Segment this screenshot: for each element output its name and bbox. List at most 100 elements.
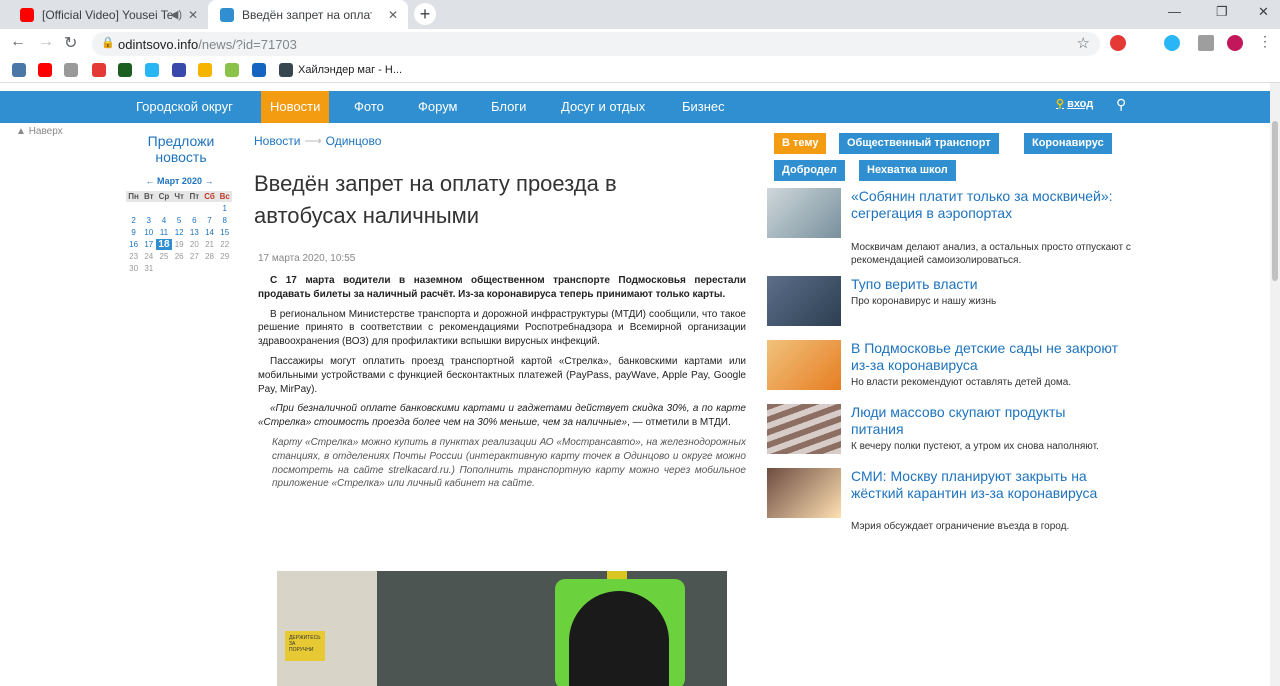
scrollbar-thumb[interactable]	[1272, 121, 1278, 281]
url-text: odintsovo.info/news/?id=71703	[118, 37, 297, 52]
menu-kebab-icon[interactable]: ⋮	[1258, 33, 1272, 50]
news-title[interactable]: В Подмосковье детские сады не закроют из…	[851, 340, 1121, 374]
tag-dobrodel[interactable]: Добродел	[774, 160, 845, 181]
calendar-day: 26	[174, 252, 184, 261]
vk-bookmark-icon[interactable]	[12, 63, 26, 77]
news-subtitle: Но власти рекомендуют оставлять детей до…	[851, 377, 1072, 388]
back-to-top-link[interactable]: ▲ Наверх	[16, 126, 63, 137]
calendar-day[interactable]: 16	[126, 239, 141, 250]
calendar-empty-cell	[202, 203, 217, 214]
profile-avatar[interactable]	[1227, 35, 1243, 51]
news-title[interactable]: «Собянин платит только за москвичей»: се…	[851, 188, 1121, 222]
reading-list-icon[interactable]	[1198, 35, 1214, 51]
page-scrollbar[interactable]	[1270, 83, 1280, 686]
calendar-day[interactable]: 3	[141, 215, 156, 226]
news-title[interactable]: Люди массово скупают продукты питания	[851, 404, 1121, 438]
article-date: 17 марта 2020, 10:55	[258, 253, 356, 264]
news-thumbnail[interactable]	[767, 404, 841, 454]
nav-item-business[interactable]: Бизнес	[673, 91, 734, 123]
extension-icon[interactable]	[1110, 35, 1126, 51]
tab-label: Введён запрет на оплату проезда	[242, 7, 372, 22]
calendar-day[interactable]: 18	[156, 239, 172, 250]
news-thumbnail[interactable]	[767, 468, 841, 518]
sigma-bookmark-icon[interactable]	[172, 63, 186, 77]
bookmark-star-icon[interactable]: ☆	[1077, 34, 1090, 52]
photo-sign: ДЕРЖИТЕСЬ ЗА ПОРУЧНИ	[285, 631, 325, 661]
nav-item-forum[interactable]: Форум	[409, 91, 467, 123]
calendar-day[interactable]: 14	[202, 227, 217, 238]
calendar-day: 20	[189, 240, 199, 249]
nav-item-district[interactable]: Городской округ	[127, 91, 242, 123]
nav-item-photo[interactable]: Фото	[345, 91, 393, 123]
calendar-day[interactable]: 5	[172, 215, 187, 226]
window-close-icon[interactable]: ✕	[1258, 4, 1269, 20]
calendar-day[interactable]: 12	[172, 227, 187, 238]
forward-icon[interactable]: →	[38, 33, 54, 51]
nav-item-blogs[interactable]: Блоги	[482, 91, 535, 123]
youtube-bookmark-icon[interactable]	[38, 63, 52, 77]
calendar-day: 28	[205, 252, 214, 261]
bookmarks-bar: Хайлэндер маг - Н...	[0, 58, 1280, 83]
calendar-day: 27	[189, 252, 199, 261]
breadcrumb-odintsovo[interactable]: Одинцово	[326, 134, 382, 148]
calendar-day[interactable]: 7	[202, 215, 217, 226]
tag-school-shortage[interactable]: Нехватка школ	[859, 160, 956, 181]
calendar-empty-cell	[126, 203, 141, 214]
url-path: /news/?id=71703	[198, 37, 297, 52]
new-tab-button[interactable]: +	[414, 3, 436, 25]
calendar-day[interactable]: 10	[141, 227, 156, 238]
calendar-title[interactable]: ← Март 2020 →	[126, 176, 233, 186]
bookmark-icon[interactable]	[118, 63, 132, 77]
browser-tab-bar: [Official Video] Yousei Teikoku ◀) ✕ Вве…	[0, 0, 1280, 29]
browser-tab-active[interactable]: Введён запрет на оплату проезда ✕	[208, 0, 408, 29]
calendar-day[interactable]: 4	[156, 215, 171, 226]
calendar-day[interactable]: 2	[126, 215, 141, 226]
calendar-day[interactable]: 9	[126, 227, 141, 238]
windows-bookmark-icon[interactable]	[198, 63, 212, 77]
suggest-news-link[interactable]: Предложи новость	[140, 133, 222, 165]
calendar-day[interactable]: 15	[217, 227, 232, 238]
bookmark-k-icon[interactable]	[252, 63, 266, 77]
nav-item-leisure[interactable]: Досуг и отдых	[552, 91, 654, 123]
back-icon[interactable]: ←	[10, 33, 26, 51]
tag-public-transport[interactable]: Общественный транспорт	[839, 133, 999, 154]
close-tab-icon[interactable]: ✕	[388, 8, 398, 22]
highlander-bookmark-icon[interactable]	[279, 63, 293, 77]
news-title[interactable]: Тупо верить власти	[851, 276, 1121, 293]
extension-vpn-icon[interactable]	[1164, 35, 1180, 51]
photo-validator-screen	[569, 591, 669, 686]
calendar-day[interactable]: 11	[156, 227, 171, 238]
bookmark-a-icon[interactable]	[225, 63, 239, 77]
tag-coronavirus[interactable]: Коронавирус	[1024, 133, 1112, 154]
reload-icon[interactable]: ↻	[64, 33, 77, 53]
nav-item-news[interactable]: Новости	[261, 91, 330, 123]
news-thumbnail[interactable]	[767, 276, 841, 326]
tag-related[interactable]: В тему	[774, 133, 827, 154]
speaker-icon[interactable]: ◀)	[170, 8, 182, 21]
breadcrumb-news[interactable]: Новости	[254, 134, 300, 148]
calendar-day[interactable]: 6	[187, 215, 202, 226]
close-tab-icon[interactable]: ✕	[188, 8, 198, 22]
news-title[interactable]: СМИ: Москву планируют закрыть на жёсткий…	[851, 468, 1121, 502]
calendar-day[interactable]: 13	[187, 227, 202, 238]
minimize-icon[interactable]: —	[1168, 4, 1181, 19]
bookmark-highlander[interactable]: Хайлэндер маг - Н...	[298, 64, 402, 76]
article-paragraph: Пассажиры могут оплатить проезд транспор…	[258, 355, 746, 395]
settings-bookmark-icon[interactable]	[145, 63, 159, 77]
search-icon[interactable]: ⚲	[1116, 96, 1126, 113]
pocket-bookmark-icon[interactable]	[92, 63, 106, 77]
calendar-day[interactable]: 17	[141, 239, 156, 250]
breadcrumb: Новости ⟶ Одинцово	[254, 134, 381, 148]
maximize-icon[interactable]: ❐	[1216, 4, 1228, 20]
browser-tab-youtube[interactable]: [Official Video] Yousei Teikoku ◀) ✕	[8, 0, 208, 29]
apple-bookmark-icon[interactable]	[64, 63, 78, 77]
lock-icon: 🔒	[101, 37, 115, 49]
news-thumbnail[interactable]	[767, 340, 841, 390]
news-thumbnail[interactable]	[767, 188, 841, 238]
calendar-day[interactable]: 8	[217, 215, 232, 226]
address-bar[interactable]: 🔒 odintsovo.info/news/?id=71703 ☆	[92, 32, 1100, 56]
quote-attribution: , — отметили в МТДИ.	[627, 417, 731, 429]
article-lead: С 17 марта водители в наземном обществен…	[258, 275, 746, 300]
login-link[interactable]: ⚲ вход	[1056, 97, 1093, 110]
calendar-day[interactable]: 1	[217, 203, 232, 214]
